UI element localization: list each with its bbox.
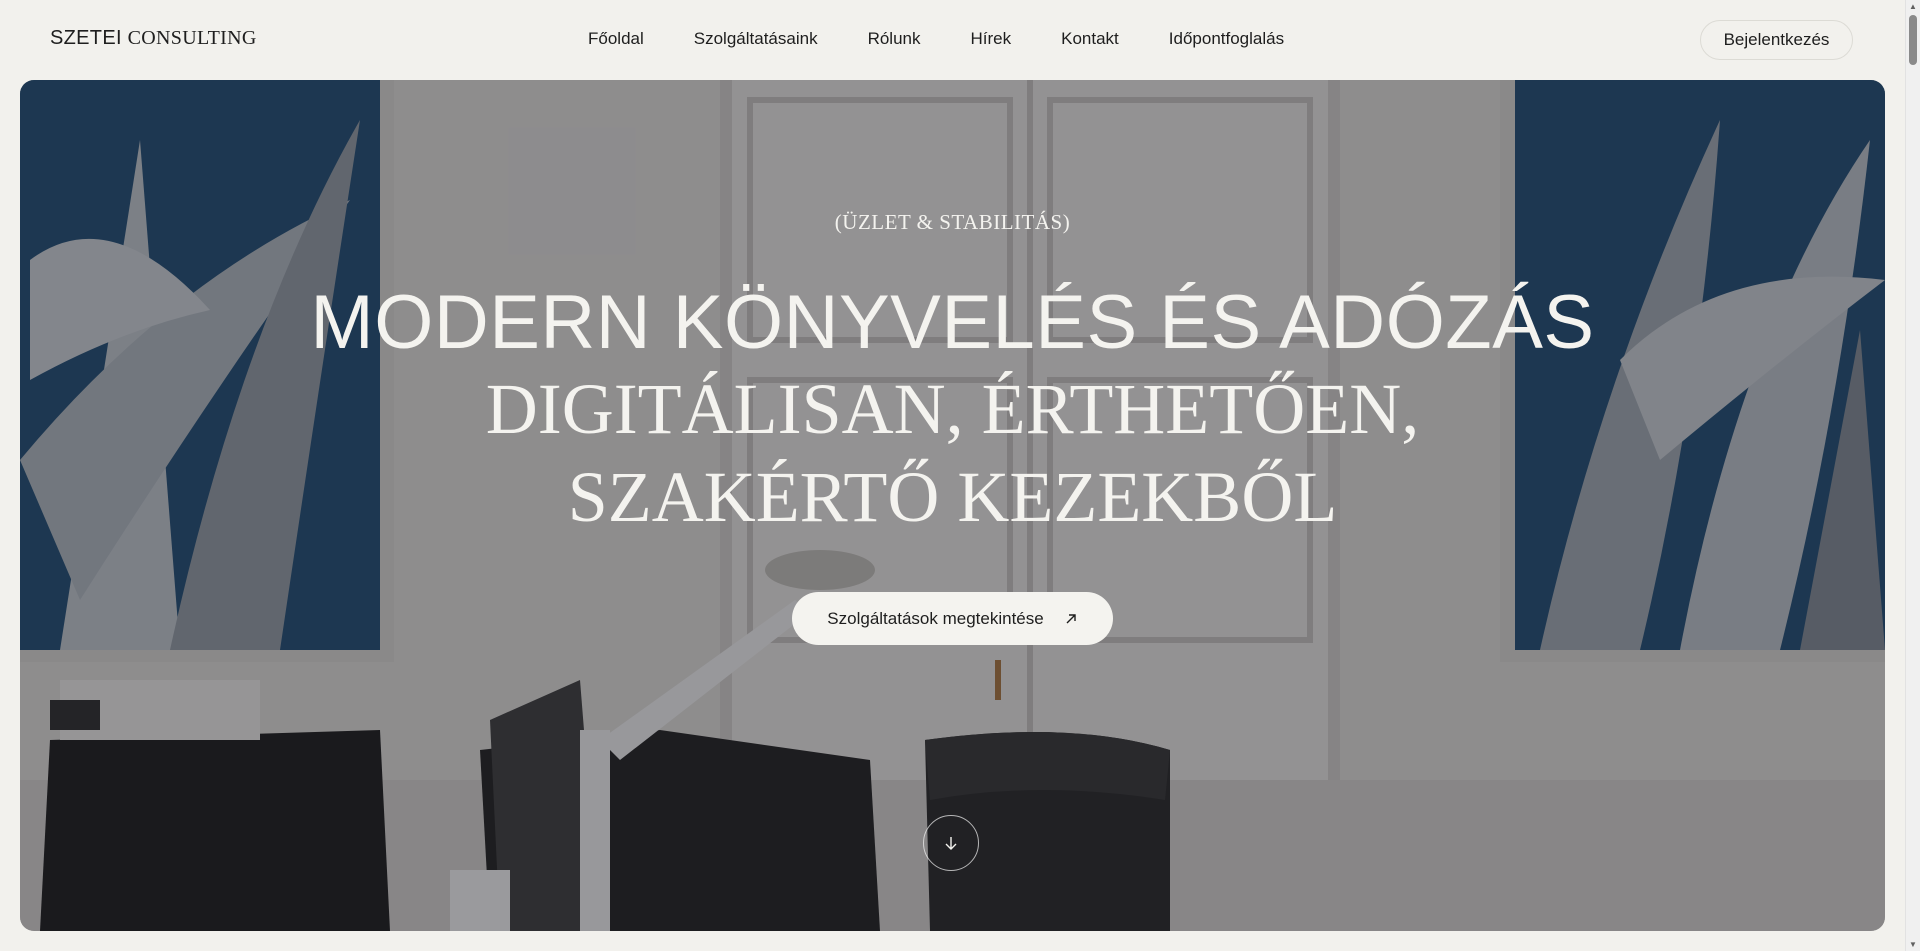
view-services-button[interactable]: Szolgáltatások megtekintése	[792, 592, 1113, 645]
hero-content: (ÜZLET & STABILITÁS) MODERN KÖNYVELÉS ÉS…	[20, 80, 1885, 931]
scroll-down-button[interactable]	[923, 815, 979, 871]
page-scrollbar[interactable]: ▲ ▼	[1905, 0, 1920, 951]
hero-section: (ÜZLET & STABILITÁS) MODERN KÖNYVELÉS ÉS…	[20, 80, 1885, 931]
hero-subline-1: DIGITÁLISAN, ÉRTHETŐEN,	[485, 369, 1420, 449]
nav-item-rolunk[interactable]: Rólunk	[868, 29, 921, 51]
arrow-up-right-icon	[1066, 613, 1076, 623]
nav-item-szolgaltatasaink[interactable]: Szolgáltatásaink	[694, 29, 818, 51]
logo-secondary: CONSULTING	[127, 27, 257, 49]
hero-subline-2: SZAKÉRTŐ KEZEKBŐL	[567, 457, 1338, 537]
main-nav: Főoldal Szolgáltatásaink Rólunk Hírek Ko…	[588, 29, 1284, 51]
site-header: SZETEI CONSULTING Főoldal Szolgáltatásai…	[0, 0, 1905, 80]
logo-primary: SZETEI	[50, 27, 122, 49]
nav-item-hirek[interactable]: Hírek	[971, 29, 1012, 51]
scroll-down-arrow-icon[interactable]: ▼	[1909, 940, 1917, 949]
scroll-up-arrow-icon[interactable]: ▲	[1909, 2, 1917, 11]
logo[interactable]: SZETEI CONSULTING	[50, 27, 257, 50]
hero-subline: DIGITÁLISAN, ÉRTHETŐEN, SZAKÉRTŐ KEZEKBŐ…	[20, 365, 1885, 541]
hero-eyebrow: (ÜZLET & STABILITÁS)	[834, 210, 1071, 234]
nav-item-kontakt[interactable]: Kontakt	[1061, 29, 1119, 51]
view-services-label: Szolgáltatások megtekintése	[827, 608, 1044, 628]
hero-headline: MODERN KÖNYVELÉS ÉS ADÓZÁS	[310, 280, 1595, 365]
scroll-thumb[interactable]	[1909, 15, 1917, 65]
login-button[interactable]: Bejelentkezés	[1700, 20, 1853, 60]
arrow-down-icon	[945, 837, 957, 850]
nav-item-idopontfoglalas[interactable]: Időpontfoglalás	[1169, 29, 1284, 51]
nav-item-fooldal[interactable]: Főoldal	[588, 29, 644, 51]
